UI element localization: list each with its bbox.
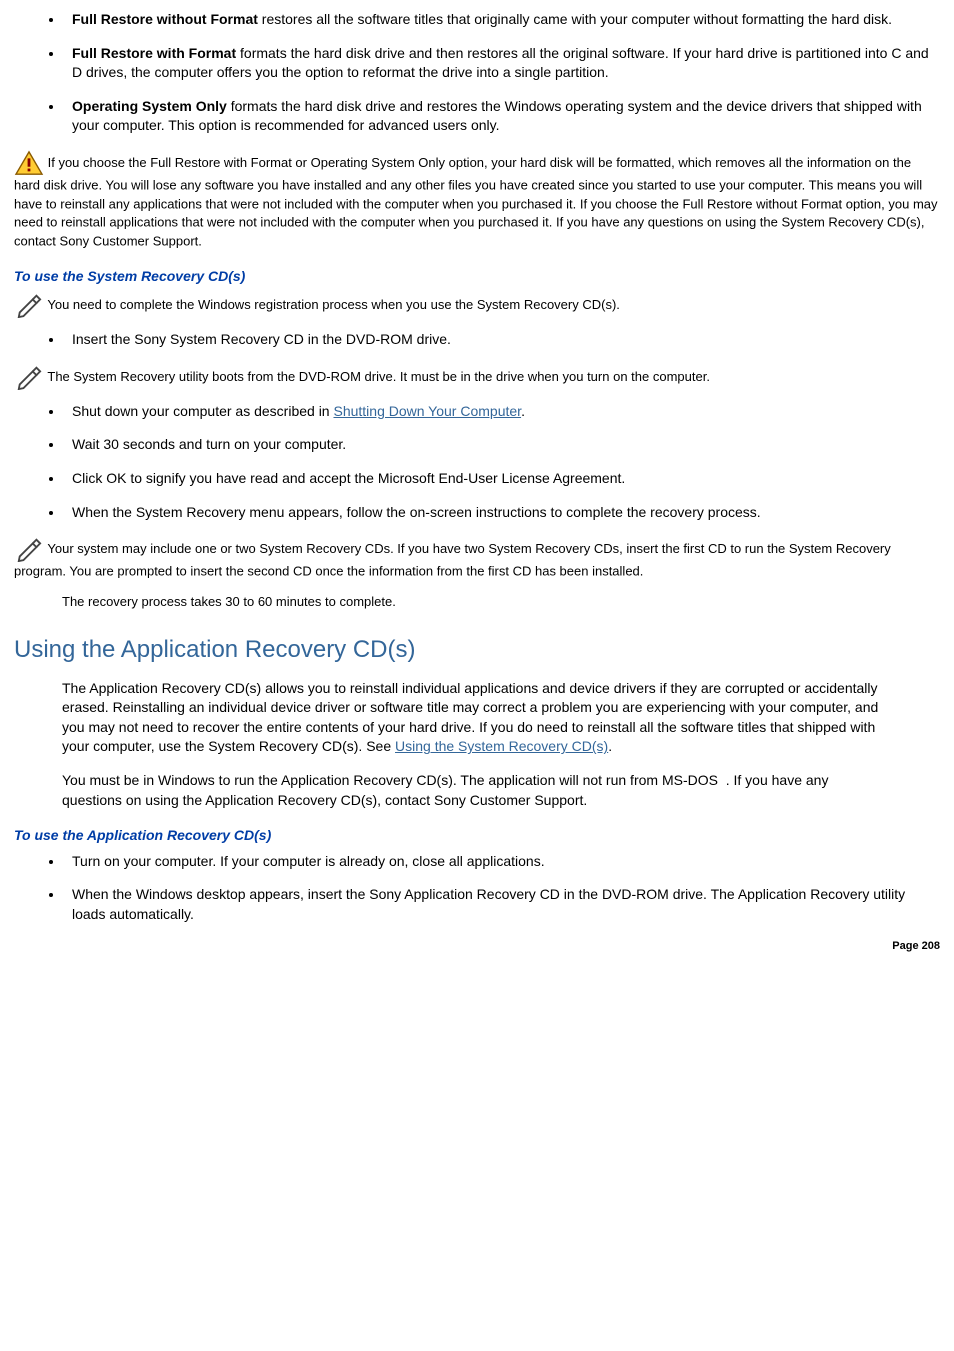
app-steps-list: Turn on your computer. If your computer …: [14, 852, 940, 925]
option-title: Full Restore with Format: [72, 45, 236, 61]
pencil-note-icon: [14, 292, 44, 318]
list-item: Click OK to signify you have read and ac…: [64, 469, 940, 489]
note-two-cds: Your system may include one or two Syste…: [14, 536, 940, 581]
option-title: Operating System Only: [72, 98, 227, 114]
note-boot: The System Recovery utility boots from t…: [14, 364, 940, 390]
step-text-pre: Shut down your computer as described in: [72, 403, 333, 419]
section-heading-app-recovery: Using the Application Recovery CD(s): [14, 633, 940, 667]
note-registration: You need to complete the Windows registr…: [14, 292, 940, 318]
list-item: When the System Recovery menu appears, f…: [64, 503, 940, 523]
app-recovery-para-2: You must be in Windows to run the Applic…: [62, 771, 892, 810]
para-text-post: .: [608, 738, 612, 754]
link-shutting-down[interactable]: Shutting Down Your Computer: [333, 403, 521, 419]
list-item: Turn on your computer. If your computer …: [64, 852, 940, 872]
option-desc: restores all the software titles that or…: [258, 11, 892, 27]
pencil-note-icon: [14, 536, 44, 562]
app-recovery-para-1: The Application Recovery CD(s) allows yo…: [62, 679, 892, 757]
restore-options-list: Full Restore without Format restores all…: [14, 10, 940, 136]
recovery-time-note: The recovery process takes 30 to 60 minu…: [62, 593, 940, 611]
steps-list-1: Insert the Sony System Recovery CD in th…: [14, 330, 940, 350]
pencil-note-icon: [14, 364, 44, 390]
page-number: Page 208: [14, 939, 940, 954]
warning-icon: [14, 150, 44, 176]
option-title: Full Restore without Format: [72, 11, 258, 27]
link-using-system-recovery[interactable]: Using the System Recovery CD(s): [395, 738, 608, 754]
list-item: Operating System Only formats the hard d…: [64, 97, 940, 136]
list-item: Shut down your computer as described in …: [64, 402, 940, 422]
list-item: Full Restore with Format formats the har…: [64, 44, 940, 83]
note-text: Your system may include one or two Syste…: [14, 541, 891, 579]
step-text-post: .: [521, 403, 525, 419]
warning-note: If you choose the Full Restore with Form…: [14, 150, 940, 251]
subheading-app-recovery: To use the Application Recovery CD(s): [14, 826, 940, 846]
note-text: The System Recovery utility boots from t…: [44, 369, 710, 384]
list-item: When the Windows desktop appears, insert…: [64, 885, 940, 924]
warning-text: If you choose the Full Restore with Form…: [14, 155, 938, 249]
list-item: Full Restore without Format restores all…: [64, 10, 940, 30]
list-item: Insert the Sony System Recovery CD in th…: [64, 330, 940, 350]
list-item: Wait 30 seconds and turn on your compute…: [64, 435, 940, 455]
subheading-system-recovery: To use the System Recovery CD(s): [14, 267, 940, 287]
note-text: You need to complete the Windows registr…: [44, 297, 620, 312]
steps-list-2: Shut down your computer as described in …: [14, 402, 940, 522]
